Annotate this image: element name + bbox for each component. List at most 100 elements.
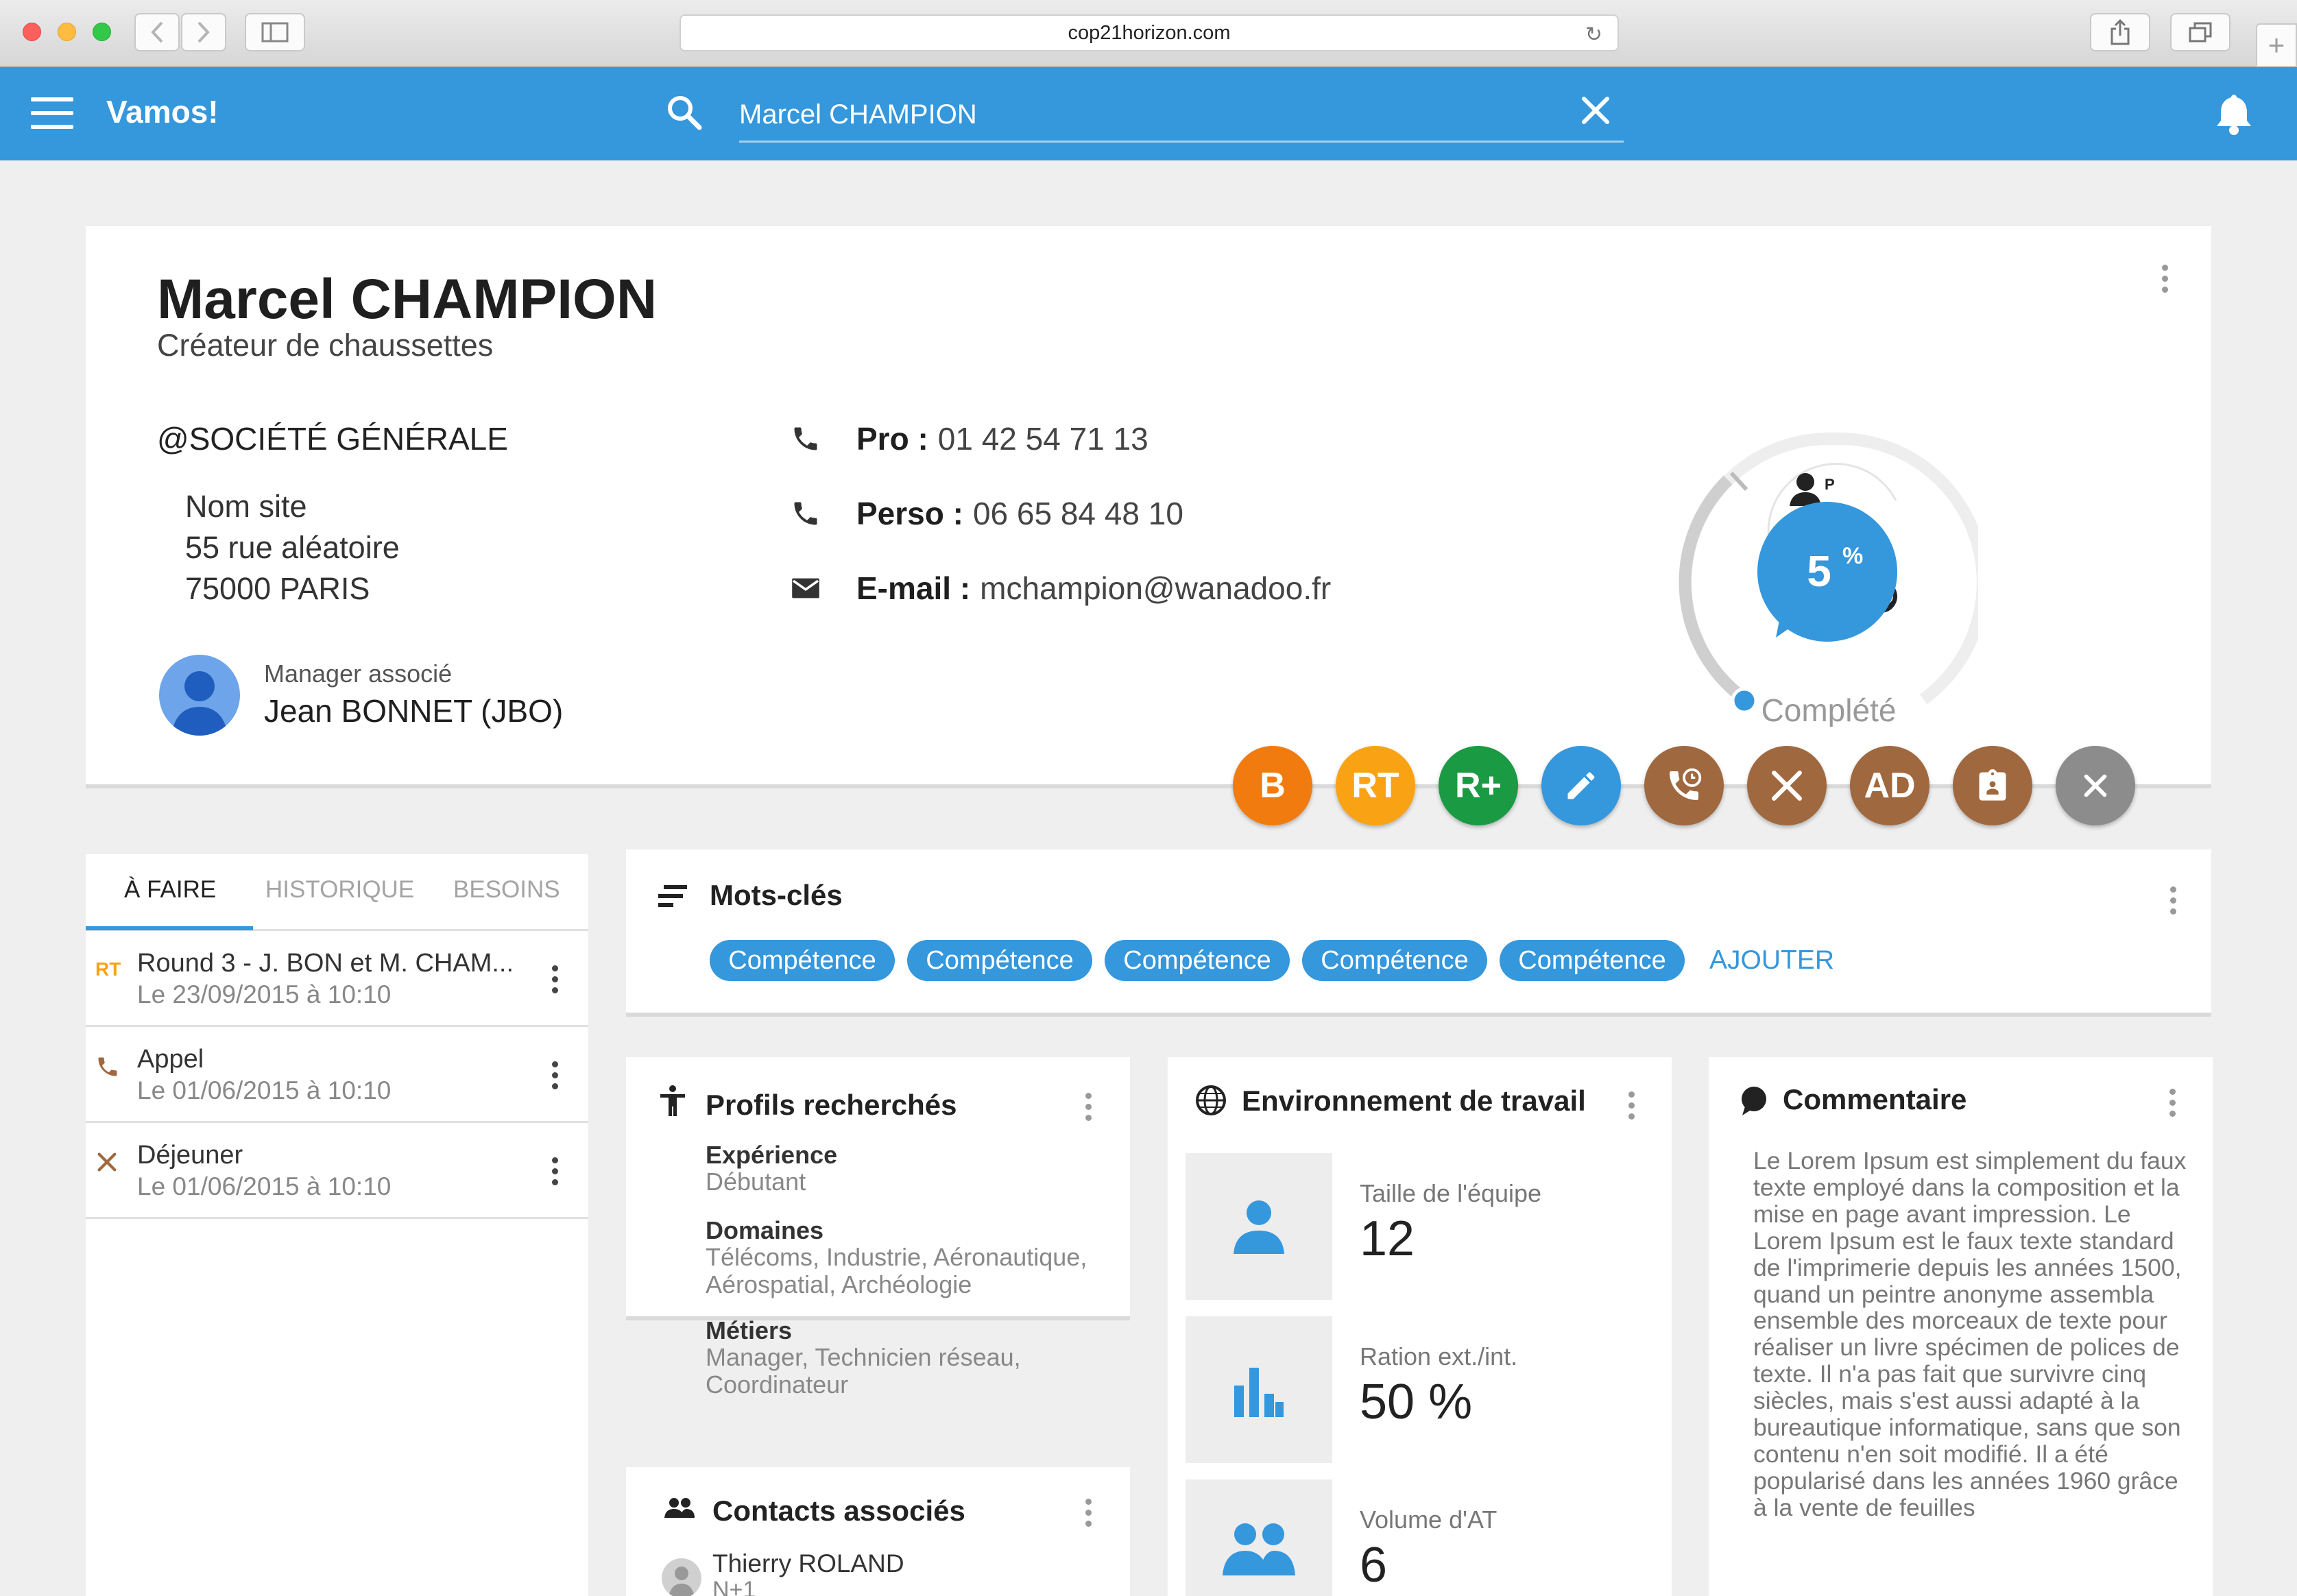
- window-minimize-button[interactable]: [58, 23, 76, 41]
- action-rt-label: RT: [1351, 766, 1399, 806]
- pencil-icon: [1567, 772, 1595, 799]
- tab-historique[interactable]: HISTORIQUE: [265, 876, 414, 904]
- profile-card: Marcel CHAMPION Créateur de chaussettes …: [86, 226, 2211, 788]
- task-title: Déjeuner: [137, 1141, 243, 1170]
- action-b-button[interactable]: B: [1233, 746, 1312, 825]
- lunch-button[interactable]: [1747, 746, 1827, 825]
- contact-email-label: E-mail :: [856, 570, 971, 606]
- browser-forward-button[interactable]: [181, 13, 226, 51]
- domains-value: Télécoms, Industrie, Aéronautique, Aéros…: [706, 1243, 1087, 1298]
- action-ad-button[interactable]: AD: [1850, 746, 1929, 825]
- accessibility-person-icon: [660, 1085, 685, 1116]
- close-actions-button[interactable]: [2056, 746, 2135, 825]
- comment-more-icon[interactable]: [2169, 1089, 2179, 1122]
- action-b-label: B: [1260, 766, 1286, 806]
- tab-a-faire[interactable]: À FAIRE: [124, 876, 216, 904]
- menu-icon[interactable]: [31, 97, 73, 129]
- task-item[interactable]: Appel Le 01/06/2015 à 10:10: [86, 1027, 588, 1123]
- manager-avatar[interactable]: [159, 655, 240, 736]
- tab-besoins[interactable]: BESOINS: [453, 876, 560, 904]
- window-close-button[interactable]: [23, 23, 41, 41]
- environment-more-icon[interactable]: [1628, 1091, 1638, 1124]
- environment-title: Environnement de travail: [1242, 1085, 1586, 1117]
- svg-text:P: P: [1825, 476, 1835, 493]
- chevron-right-icon: [197, 21, 210, 43]
- app-bar: Vamos!: [0, 67, 2297, 160]
- company-name[interactable]: @SOCIÉTÉ GÉNÉRALE: [157, 420, 508, 457]
- keyword-chip[interactable]: Compétence: [1105, 940, 1290, 981]
- task-date: Le 01/06/2015 à 10:10: [137, 1172, 392, 1200]
- keyword-chip[interactable]: Compétence: [1302, 940, 1487, 981]
- work-environment-card: Environnement de travail Taille de l'équ…: [1168, 1057, 1672, 1596]
- accident-volume-label: Volume d'AT: [1360, 1506, 1498, 1534]
- speech-bubble-icon: [1742, 1087, 1766, 1115]
- contact-perso-phone[interactable]: Perso : 06 65 84 48 10: [791, 495, 1183, 532]
- task-title: Round 3 - J. BON et M. CHAM...: [137, 949, 514, 978]
- browser-chrome: cop21horizon.com ↻ +: [0, 0, 2297, 67]
- bar-chart-icon: [1234, 1368, 1284, 1417]
- jobs-label: Métiers: [706, 1316, 793, 1344]
- action-rplus-label: R+: [1455, 766, 1502, 806]
- action-rplus-button[interactable]: R+: [1439, 746, 1518, 825]
- share-icon: [2110, 19, 2130, 45]
- profile-more-icon[interactable]: [2162, 265, 2172, 298]
- close-icon: [2084, 774, 2107, 797]
- profiles-title: Profils recherchés: [706, 1089, 957, 1121]
- contact-email-value: mchampion@wanadoo.fr: [980, 570, 1332, 606]
- fork-knife-icon: [1772, 771, 1802, 801]
- completion-gauge: P 5 % Complété: [1679, 432, 1978, 727]
- chevron-left-icon: [151, 21, 163, 43]
- task-item[interactable]: Déjeuner Le 01/06/2015 à 10:10: [86, 1123, 588, 1219]
- contact-pro-phone[interactable]: Pro : 01 42 54 71 13: [791, 420, 1148, 457]
- search-icon[interactable]: [665, 93, 703, 132]
- reload-icon[interactable]: ↻: [1585, 23, 1602, 47]
- clear-search-icon[interactable]: [1578, 93, 1613, 128]
- sidebar-toggle-button[interactable]: [245, 13, 305, 51]
- person-icon: [1234, 1200, 1284, 1254]
- notifications-bell-icon[interactable]: [2213, 92, 2254, 136]
- window-zoom-button[interactable]: [93, 23, 111, 41]
- address-line-site: Nom site: [185, 489, 307, 524]
- search-input[interactable]: [739, 89, 1624, 143]
- tabs-overview-button[interactable]: [2170, 13, 2230, 51]
- search-bar: [665, 89, 1646, 144]
- new-tab-button[interactable]: +: [2256, 23, 2297, 67]
- profiles-more-icon[interactable]: [1085, 1093, 1095, 1126]
- edit-button[interactable]: [1541, 746, 1621, 825]
- share-button[interactable]: [2090, 13, 2150, 51]
- task-more-icon[interactable]: [552, 965, 562, 998]
- keyword-chip[interactable]: Compétence: [1500, 940, 1685, 981]
- active-tab-indicator: [86, 926, 253, 930]
- action-rt-button[interactable]: RT: [1336, 746, 1415, 825]
- plus-icon: +: [2268, 29, 2285, 61]
- keyword-chip[interactable]: Compétence: [710, 940, 895, 981]
- task-date: Le 23/09/2015 à 10:10: [137, 980, 392, 1008]
- task-more-icon[interactable]: [552, 1157, 562, 1190]
- task-date: Le 01/06/2015 à 10:10: [137, 1076, 392, 1104]
- browser-back-button[interactable]: [134, 13, 180, 51]
- manager-name[interactable]: Jean BONNET (JBO): [264, 692, 563, 729]
- globe-icon: [1196, 1085, 1226, 1115]
- phone-icon: [791, 498, 826, 529]
- contacts-more-icon[interactable]: [1085, 1499, 1095, 1532]
- url-text: cop21horizon.com: [1068, 21, 1231, 44]
- keyword-chip[interactable]: Compétence: [907, 940, 1092, 981]
- task-more-icon[interactable]: [552, 1061, 562, 1094]
- task-item[interactable]: RT Round 3 - J. BON et M. CHAM... Le 23/…: [86, 931, 588, 1027]
- add-keyword-button[interactable]: AJOUTER: [1709, 945, 1834, 976]
- ratio-value: 50 %: [1360, 1375, 1473, 1429]
- address-bar[interactable]: cop21horizon.com ↻: [680, 14, 1619, 51]
- team-size-tile: [1186, 1153, 1332, 1300]
- tasks-card: À FAIRE HISTORIQUE BESOINS RT Round 3 - …: [86, 854, 588, 1596]
- contact-avatar[interactable]: [662, 1558, 701, 1596]
- contact-email[interactable]: E-mail : mchampion@wanadoo.fr: [791, 570, 1331, 607]
- keywords-more-icon[interactable]: [2170, 886, 2180, 919]
- clipboard-button[interactable]: [1953, 746, 2032, 825]
- contact-perso-value: 06 65 84 48 10: [972, 496, 1183, 531]
- task-rt-badge: RT: [95, 958, 121, 980]
- contact-name[interactable]: Thierry ROLAND: [712, 1549, 904, 1578]
- completion-unit: %: [1842, 543, 1863, 569]
- task-title: Appel: [137, 1045, 204, 1074]
- call-schedule-button[interactable]: [1644, 746, 1724, 825]
- tabs-icon: [2189, 22, 2212, 43]
